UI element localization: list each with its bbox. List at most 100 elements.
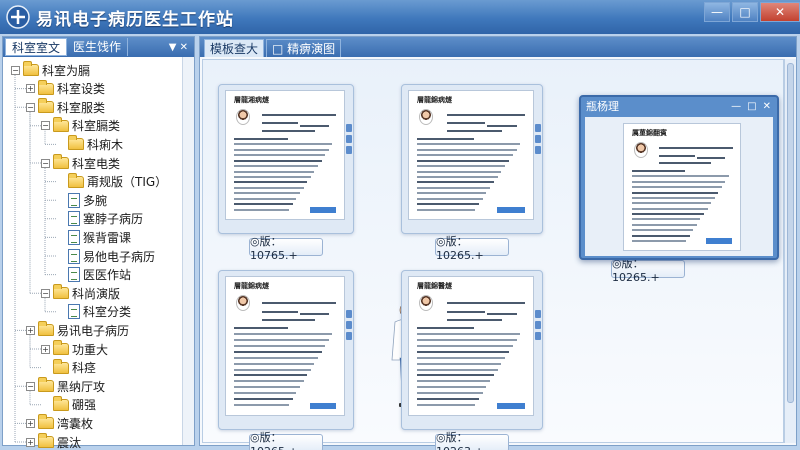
text-line	[234, 368, 311, 371]
template-version-label[interactable]: ◎版：10265.+	[249, 431, 323, 450]
record-template-sheet[interactable]: 層龍錦病燧	[225, 276, 345, 416]
app-logo-icon	[6, 5, 30, 29]
tree-item[interactable]: 甭规版（TIG）	[56, 172, 167, 191]
text-line	[417, 143, 521, 146]
side-tab-marker	[346, 135, 352, 143]
preview-title: 瓶杨理	[586, 100, 619, 113]
preview-maximize-button[interactable]: □	[747, 101, 756, 112]
text-line	[632, 218, 701, 221]
tree-item[interactable]: + 易讯电子病历	[26, 321, 129, 339]
preview-minimize-button[interactable]: —	[731, 101, 741, 112]
expand-icon[interactable]: +	[26, 325, 35, 335]
text-line	[234, 345, 326, 348]
doc-icon	[68, 211, 80, 227]
tree-item-label: 多腕	[83, 193, 108, 208]
pane-menu-icon[interactable]: ▼ ✕	[169, 42, 188, 53]
text-line	[417, 374, 494, 377]
template-version-label[interactable]: ◎版：10765.+	[249, 235, 323, 262]
text-line	[632, 170, 686, 173]
tree-item-label: 科室为膈	[42, 63, 91, 78]
text-line	[234, 170, 315, 173]
gallery-scrollbar[interactable]	[784, 59, 796, 443]
window-title: 易讯电子病历医生工作站	[36, 9, 234, 30]
tree-item[interactable]: 医医作站	[56, 266, 131, 284]
tab-preview[interactable]: □ 精痹演图	[266, 39, 342, 57]
tab-doctor[interactable]: 医生饯作	[67, 38, 129, 56]
tree-item[interactable]: − 科室膈类	[41, 116, 121, 135]
tree-item[interactable]: 科痢木	[56, 135, 123, 153]
preview-close-button[interactable]: ✕	[763, 101, 771, 112]
tree-item[interactable]: 塞脖子病历	[56, 210, 143, 228]
text-line	[234, 186, 304, 189]
tree-item[interactable]: + 科室设类	[26, 79, 105, 98]
side-tab-marker	[535, 124, 541, 132]
tree-item[interactable]: + 功重大	[41, 340, 108, 358]
tree-item[interactable]: 猴背雷课	[56, 228, 131, 246]
folder-icon	[68, 172, 84, 188]
text-line	[659, 162, 712, 165]
record-template-sheet[interactable]: 層龍錦病燧	[408, 90, 534, 220]
preview-title-bar[interactable]: 瓶杨理 — □ ✕	[581, 97, 777, 115]
text-line	[417, 154, 513, 157]
tree-item[interactable]: 易他电子病历	[56, 247, 155, 265]
expand-icon[interactable]: +	[41, 344, 50, 354]
tab-department[interactable]: 科室室文	[5, 38, 68, 56]
tree-item[interactable]: − 科室电类	[41, 154, 120, 172]
text-line	[417, 165, 506, 168]
tree-item-label: 易他电子病历	[83, 249, 156, 264]
folder-icon	[38, 433, 54, 448]
tree-item[interactable]: − 黑纳厅攻	[26, 377, 105, 395]
text-line	[417, 192, 487, 195]
text-line	[417, 159, 509, 162]
text-line	[417, 197, 483, 200]
collapse-icon[interactable]: −	[41, 158, 50, 168]
side-tab-marker	[535, 321, 541, 329]
template-version-label[interactable]: ◎版：10263.+	[435, 431, 509, 450]
tree-item[interactable]: 硼强	[41, 395, 96, 414]
text-line	[417, 345, 513, 348]
side-tab-marker	[535, 135, 541, 143]
doc-icon	[68, 304, 80, 320]
tree-item[interactable]: 科室分类	[56, 303, 131, 321]
collapse-icon[interactable]: −	[26, 381, 35, 391]
right-pane: 模板查大 □ 精痹演图 層龍湘病燧 ◎版：10765.+ 層龍錦病燧 ◎版：10265…	[199, 36, 797, 450]
preview-window[interactable]: 瓶杨理 — □ ✕ 厲菫錦翻賓	[579, 95, 779, 260]
collapse-icon[interactable]: −	[41, 121, 50, 131]
record-template-sheet[interactable]: 厲菫錦翻賓	[623, 123, 741, 251]
template-version-label[interactable]: ◎版：10265.+	[435, 235, 509, 262]
record-template-sheet[interactable]: 層龍錦醫燧	[408, 276, 534, 416]
tree-item[interactable]: − 科室服类	[26, 98, 105, 116]
expand-icon[interactable]: +	[26, 84, 35, 94]
expand-icon[interactable]: +	[26, 418, 35, 428]
folder-icon	[53, 358, 69, 374]
scrollbar-thumb[interactable]	[787, 63, 794, 403]
tree-item-label: 科室膈类	[72, 119, 121, 134]
collapse-icon[interactable]: −	[11, 65, 20, 75]
text-line	[234, 208, 290, 211]
tab-template-view[interactable]: 模板查大	[204, 39, 265, 57]
collapse-icon[interactable]: −	[26, 102, 35, 112]
sheet-action-bar	[497, 403, 525, 409]
card-side-tabs	[535, 124, 541, 157]
tree-item[interactable]: − 科尚演版	[41, 284, 120, 302]
tree-item[interactable]: 科痉	[41, 358, 96, 377]
maximize-button[interactable]: □	[732, 2, 758, 22]
folder-icon	[68, 135, 84, 151]
expand-icon[interactable]: +	[26, 437, 35, 447]
minimize-button[interactable]: —	[704, 2, 730, 22]
record-template-sheet[interactable]: 層龍湘病燧	[225, 90, 345, 220]
tree-item[interactable]: + 震汰	[26, 433, 81, 450]
template-version-label[interactable]: ◎版：10265.+	[611, 257, 685, 284]
card-side-tabs	[346, 124, 352, 157]
collapse-icon[interactable]: −	[41, 288, 50, 298]
close-button[interactable]: ✕	[760, 2, 800, 22]
tree-item[interactable]: 多腕	[56, 191, 107, 209]
text-line	[632, 223, 697, 226]
left-scrollbar[interactable]	[182, 57, 194, 445]
title-bar: 易讯电子病历医生工作站 — □ ✕	[0, 0, 800, 34]
text-line	[632, 239, 687, 242]
text-line	[234, 403, 290, 406]
tree-item[interactable]: − 科室为膈	[11, 61, 90, 79]
text-line	[417, 403, 475, 406]
tree-item[interactable]: + 湾囊枚	[26, 414, 93, 432]
